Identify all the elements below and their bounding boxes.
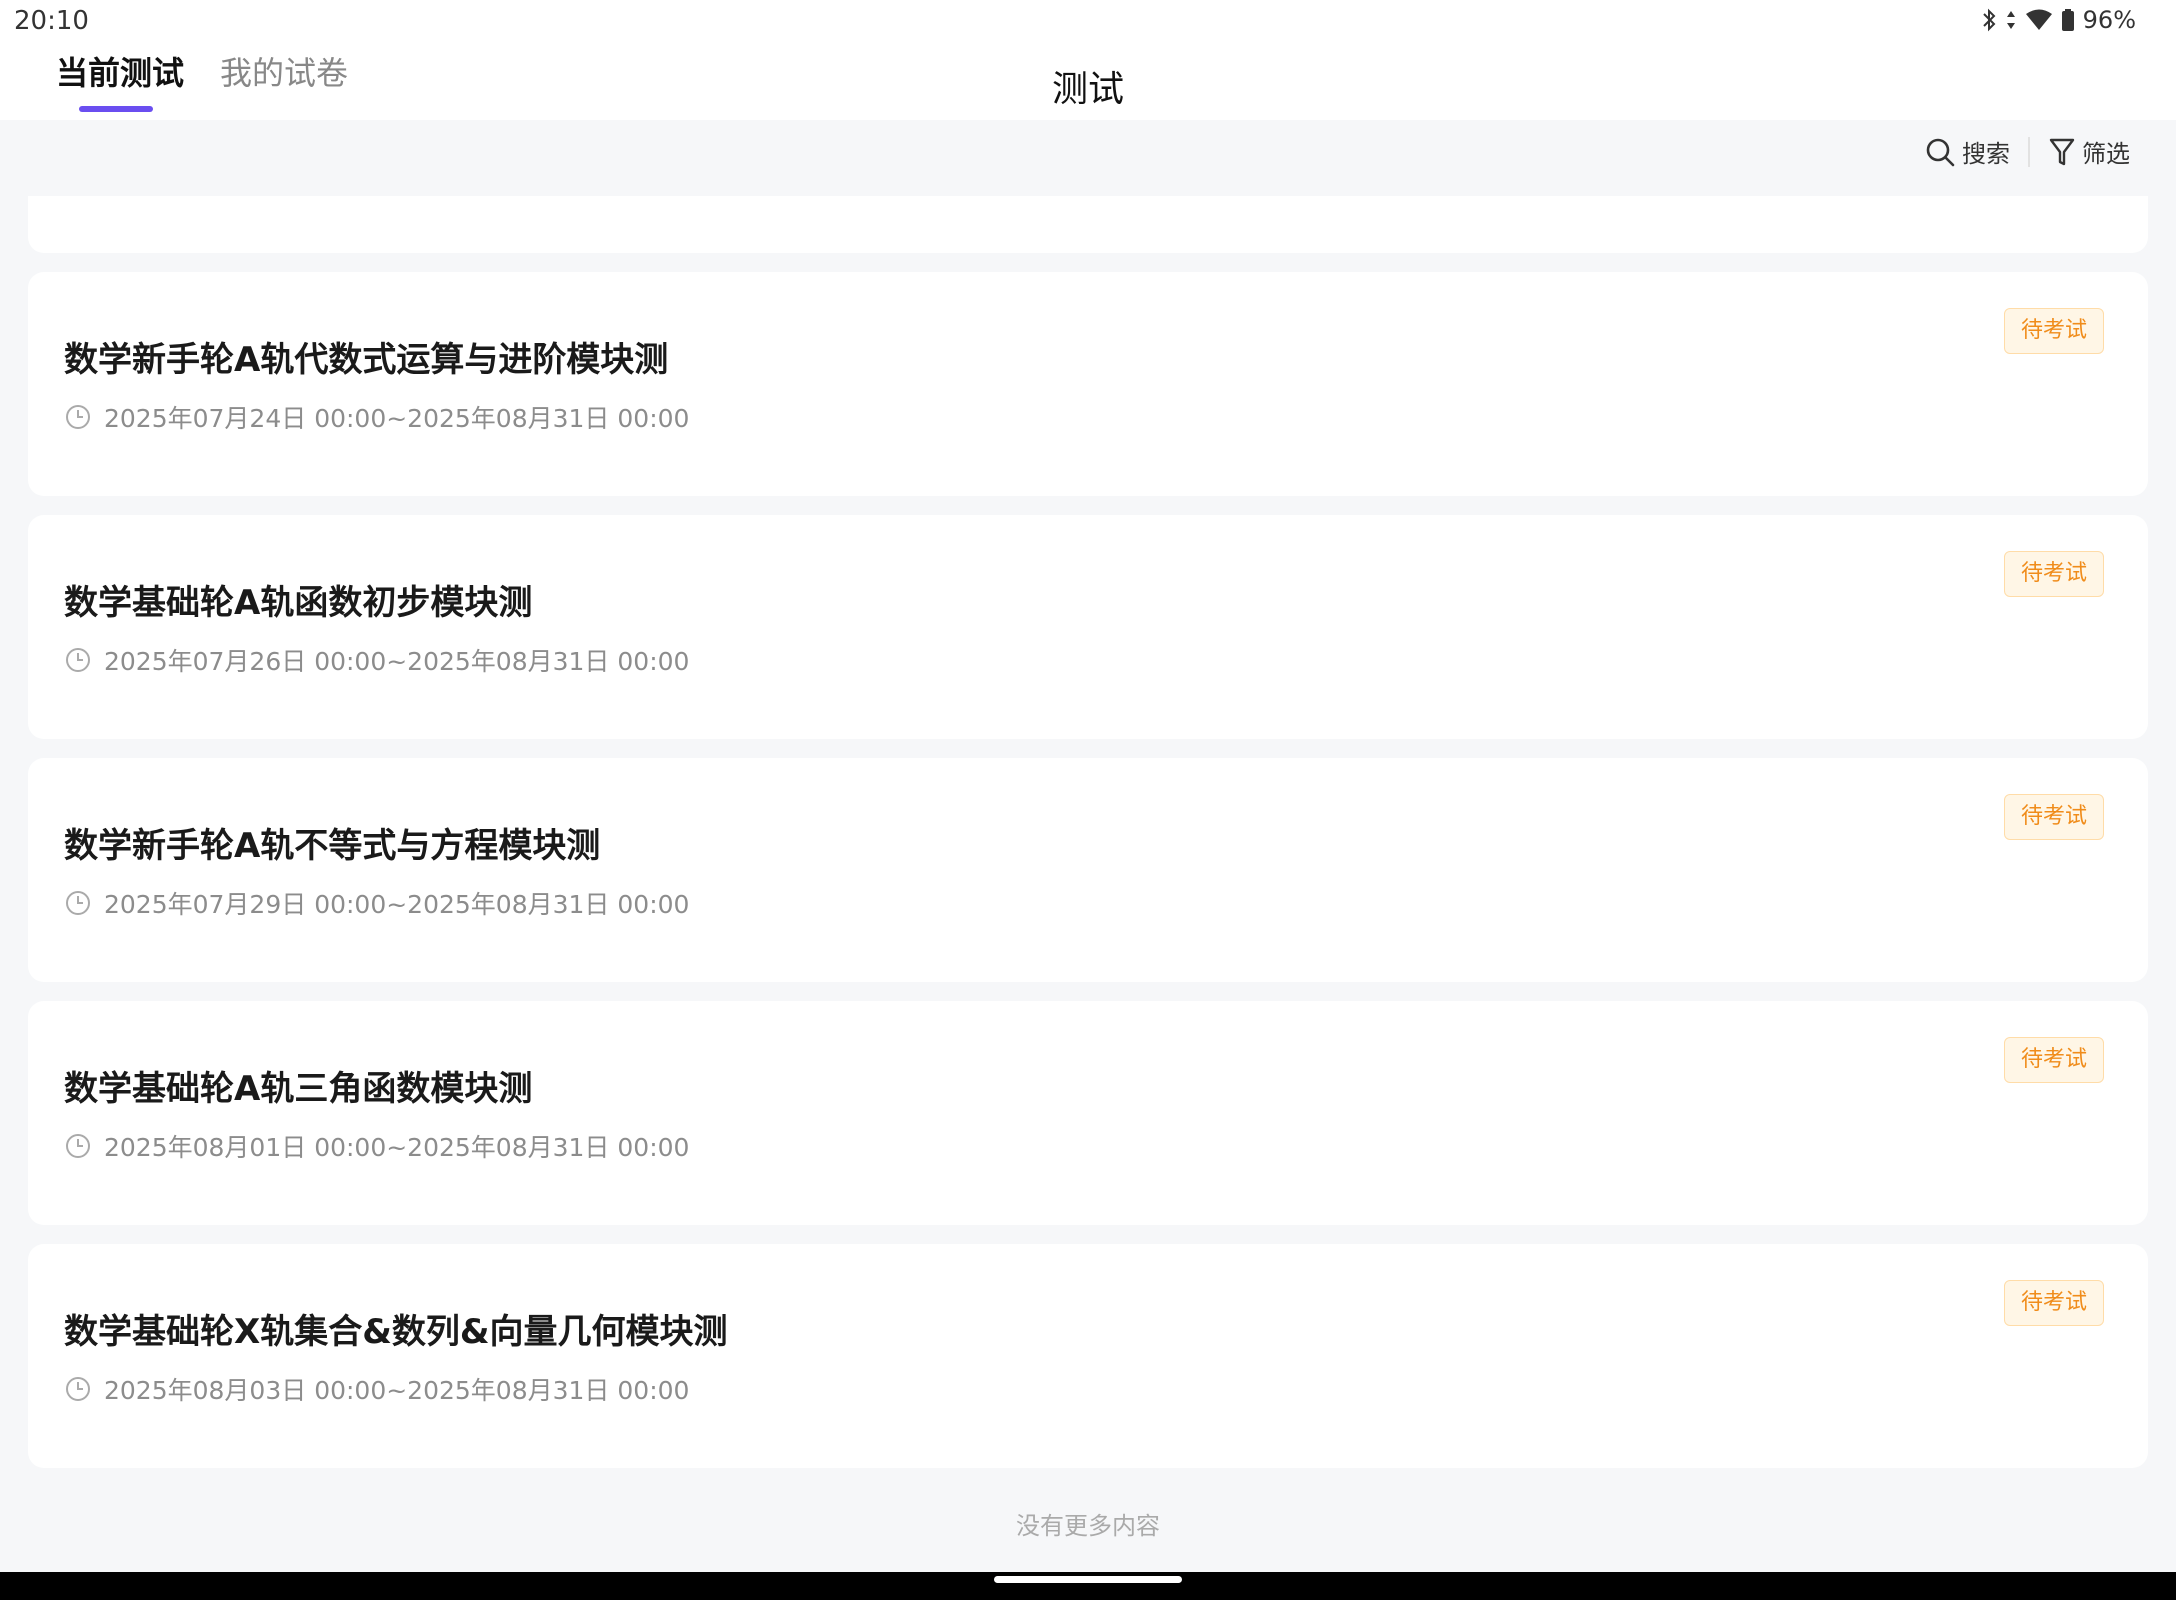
exam-card[interactable]: 数学新手轮A轨不等式与方程模块测 2025年07月29日 00:00~2025年… [28,758,2148,982]
status-icons: 96% [1981,6,2136,34]
no-more-content: 没有更多内容 [1016,1512,1160,1540]
clock-icon [66,891,90,915]
exam-card[interactable]: 数学基础轮A轨函数初步模块测 2025年07月26日 00:00~2025年08… [28,515,2148,739]
search-button[interactable]: 搜索 [1924,134,2010,169]
battery-percent: 96% [2082,6,2136,34]
wifi-icon [2025,9,2052,30]
status-badge: 待考试 [2004,794,2104,840]
exam-title: 数学基础轮A轨函数初步模块测 [64,583,533,623]
toolbar: 搜索 筛选 [1924,134,2130,169]
exam-time: 2025年07月29日 00:00~2025年08月31日 00:00 [64,885,689,921]
exam-card[interactable]: 数学新手轮A轨代数式运算与进阶模块测 2025年07月24日 00:00~202… [28,272,2148,496]
data-arrows-icon [2006,11,2015,29]
exam-time: 2025年07月24日 00:00~2025年08月31日 00:00 [64,399,689,435]
clock-icon [66,405,90,429]
gesture-handle[interactable] [994,1576,1182,1583]
exam-time-range: 2025年07月26日 00:00~2025年08月31日 00:00 [104,647,690,676]
status-badge: 待考试 [2004,308,2104,354]
exam-card[interactable]: 数学基础轮X轨集合&数列&向量几何模块测 2025年08月03日 00:00~2… [28,1244,2148,1468]
exam-title: 数学基础轮X轨集合&数列&向量几何模块测 [64,1312,728,1352]
exam-time-range: 2025年08月01日 00:00~2025年08月31日 00:00 [104,1133,690,1162]
top-bar: 20:10 96% 当前测试 我的试卷 测试 [0,0,2176,120]
clock-icon [66,1377,90,1401]
exam-title: 数学新手轮A轨代数式运算与进阶模块测 [64,340,669,380]
page-title: 测试 [1051,69,1124,110]
clock-icon [66,648,90,672]
status-badge: 待考试 [2004,551,2104,597]
exam-card[interactable]: 数学基础轮A轨三角函数模块测 2025年08月01日 00:00~2025年08… [28,1001,2148,1225]
status-badge: 待考试 [2004,1037,2104,1083]
filter-button[interactable]: 筛选 [2048,134,2130,169]
exam-time: 2025年08月03日 00:00~2025年08月31日 00:00 [64,1371,689,1407]
exam-time-range: 2025年07月29日 00:00~2025年08月31日 00:00 [104,890,690,919]
exam-time: 2025年08月01日 00:00~2025年08月31日 00:00 [64,1128,689,1164]
status-badge: 待考试 [2004,1280,2104,1326]
exam-title: 数学基础轮A轨三角函数模块测 [64,1069,533,1109]
exam-time: 2025年07月26日 00:00~2025年08月31日 00:00 [64,642,689,678]
bluetooth-icon [1982,8,1996,32]
exam-time-range: 2025年08月03日 00:00~2025年08月31日 00:00 [104,1376,690,1405]
partial-card [28,196,2148,253]
exam-title: 数学新手轮A轨不等式与方程模块测 [64,826,601,866]
search-label: 搜索 [1962,140,2010,168]
exam-time-range: 2025年07月24日 00:00~2025年08月31日 00:00 [104,404,690,433]
status-time: 20:10 [14,6,89,36]
clock-icon [66,1134,90,1158]
battery-icon [2061,9,2074,31]
system-nav-bar [0,1572,2176,1600]
toolbar-divider [2028,136,2030,167]
filter-icon [2049,138,2075,165]
filter-label: 筛选 [2082,140,2130,168]
search-icon [1926,138,1955,166]
